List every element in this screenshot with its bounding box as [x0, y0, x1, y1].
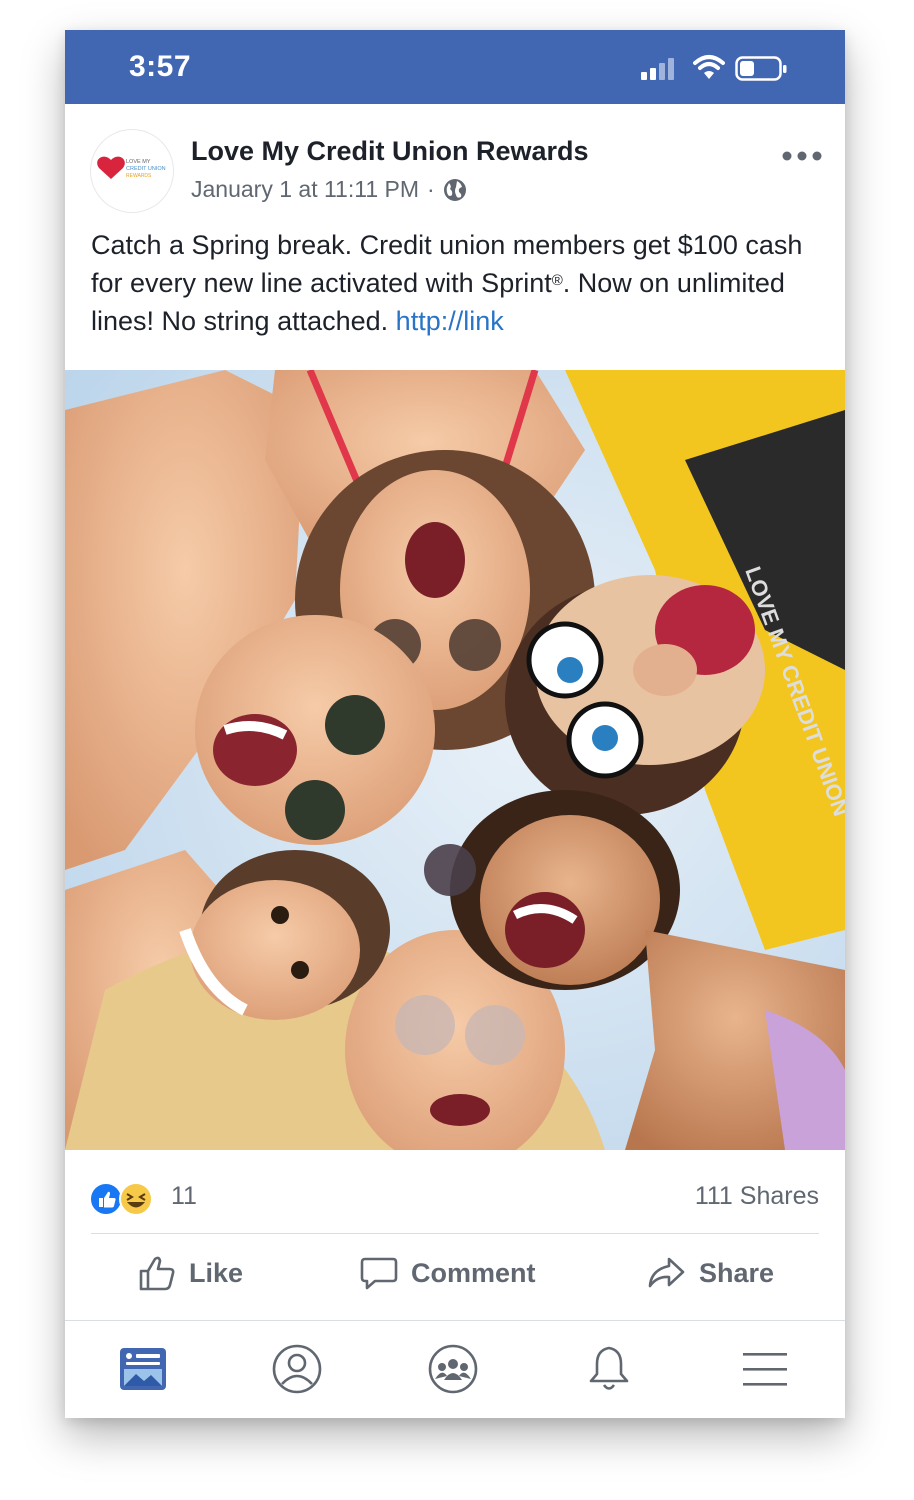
bottom-tab-bar [65, 1320, 845, 1418]
action-bar: Like Comment Share [65, 1234, 845, 1318]
tab-menu[interactable] [739, 1343, 795, 1399]
phone-screen: 3:57 LOVE MY CREDIT UNION REWARDS Love M… [65, 30, 845, 1418]
like-button[interactable]: Like [137, 1248, 243, 1298]
globe-icon [443, 178, 466, 201]
group-huddle-photo: LOVE MY CREDIT UNION [65, 370, 845, 1150]
like-label: Like [189, 1257, 244, 1288]
status-bar: 3:57 [65, 30, 845, 104]
comment-label: Comment [411, 1257, 536, 1288]
comment-button[interactable]: Comment [359, 1248, 536, 1298]
profile-icon [272, 1344, 322, 1394]
tab-groups[interactable] [427, 1343, 483, 1399]
post-link[interactable]: http://link [396, 306, 504, 336]
logo-line-2: CREDIT UNION [126, 166, 166, 172]
logo-line-3: REWARDS [126, 173, 152, 179]
groups-icon [428, 1344, 478, 1394]
menu-icon [743, 1353, 787, 1386]
post-header: LOVE MY CREDIT UNION REWARDS Love My Cre… [65, 104, 845, 224]
share-label: Share [699, 1257, 775, 1288]
registered-mark: ® [551, 272, 563, 289]
battery-icon [735, 56, 787, 81]
tab-news-feed[interactable] [117, 1343, 173, 1399]
tab-notifications[interactable] [583, 1343, 639, 1399]
reaction-count[interactable]: 11 [171, 1182, 197, 1211]
like-reaction-icon [89, 1182, 123, 1216]
tab-profile[interactable] [271, 1343, 327, 1399]
post-photo[interactable]: LOVE MY CREDIT UNION [65, 370, 845, 1150]
reaction-icons[interactable] [89, 1182, 159, 1216]
share-button[interactable]: Share [647, 1248, 774, 1298]
status-time: 3:57 [129, 50, 192, 83]
share-icon [648, 1257, 685, 1288]
haha-reaction-icon [119, 1182, 153, 1216]
reactions-summary: 11 111 Shares [65, 1156, 845, 1232]
cellular-signal-icon [641, 58, 674, 80]
post-text: Catch a Spring break. Credit union membe… [91, 226, 826, 340]
post-meta: January 1 at 11:11 PM · [191, 176, 467, 203]
wifi-icon [693, 55, 725, 79]
like-icon [139, 1256, 175, 1291]
comment-icon [360, 1257, 398, 1290]
logo-line-1: LOVE MY [126, 159, 151, 165]
meta-separator: · [427, 176, 435, 202]
shares-count[interactable]: 111 Shares [695, 1182, 819, 1211]
news-feed-icon [120, 1348, 166, 1390]
post-date[interactable]: January 1 at 11:11 PM [191, 176, 419, 203]
page-avatar[interactable]: LOVE MY CREDIT UNION REWARDS [91, 130, 173, 212]
more-options-icon[interactable] [781, 146, 823, 166]
page-name-link[interactable]: Love My Credit Union Rewards [191, 136, 589, 167]
notifications-bell-icon [589, 1346, 629, 1390]
page-logo: LOVE MY CREDIT UNION REWARDS [97, 156, 166, 179]
